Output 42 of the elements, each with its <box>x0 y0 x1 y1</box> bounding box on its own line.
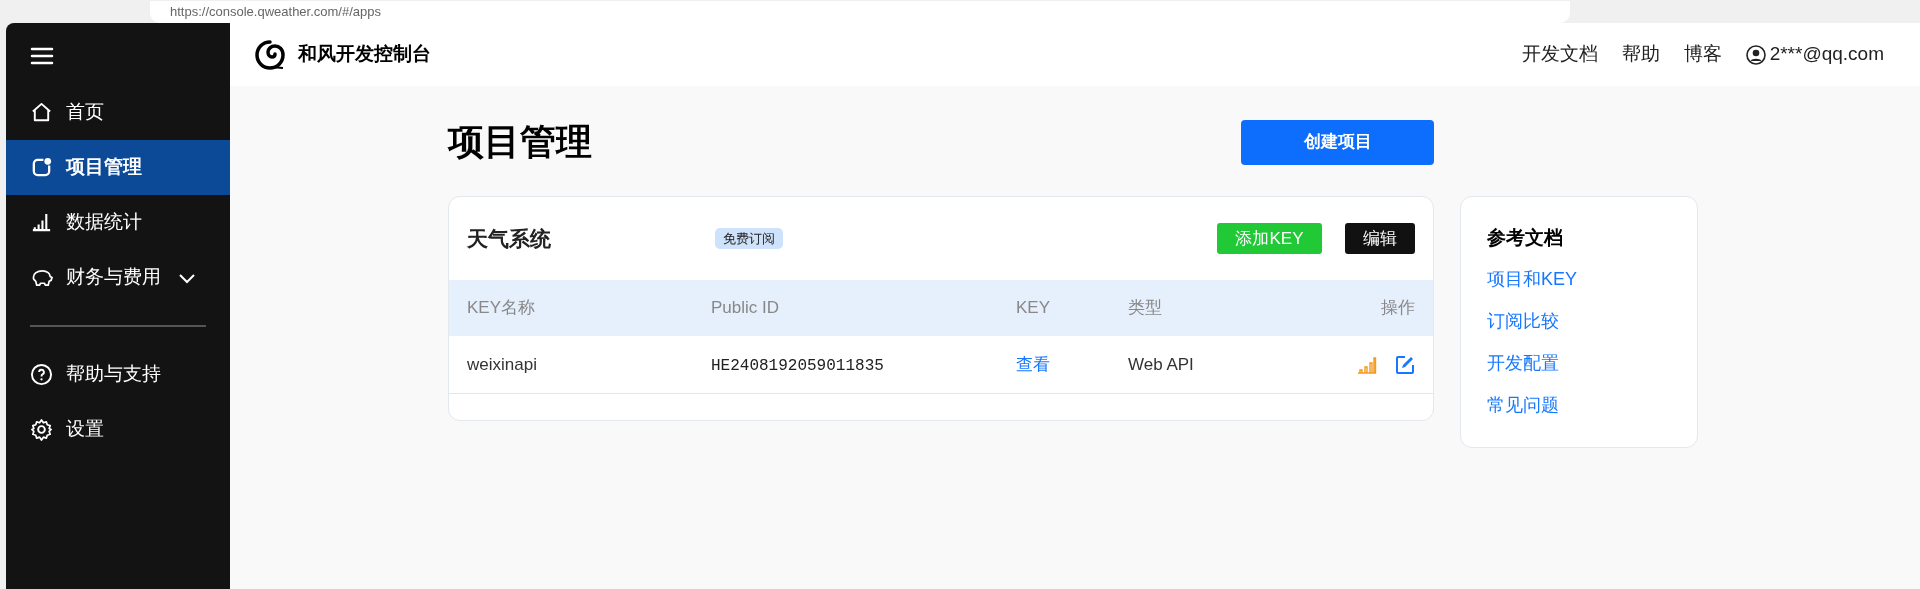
home-icon <box>30 101 53 124</box>
help-icon <box>30 363 53 386</box>
sidebar-item[interactable]: 首页 <box>6 85 230 140</box>
column-header: 操作 <box>1380 297 1415 320</box>
table-cell: HE2408192059011835 <box>711 356 884 375</box>
header-link[interactable]: 开发文档 <box>1521 40 1598 69</box>
bar-chart-icon[interactable] <box>1357 354 1377 375</box>
header-link[interactable]: 博客 <box>1683 40 1722 69</box>
app-title: 和风开发控制台 <box>298 42 431 67</box>
address-bar[interactable]: https://console.qweather.com/#/apps <box>150 0 1570 23</box>
view-key-link[interactable]: 查看 <box>1016 354 1050 374</box>
sidebar-item[interactable]: 财务与费用 <box>6 250 230 305</box>
logo-icon <box>254 38 286 71</box>
doc-link[interactable]: 订阅比较 <box>1487 307 1671 335</box>
edit-icon[interactable] <box>1395 354 1415 375</box>
sidebar-item[interactable]: 项目管理 <box>6 140 230 195</box>
settings-icon <box>30 418 53 441</box>
header-link[interactable]: 帮助 <box>1621 40 1660 69</box>
url-text: https://console.qweather.com/#/apps <box>170 2 381 21</box>
bar-chart-icon <box>30 211 53 234</box>
sidebar-item[interactable]: 设置 <box>6 402 230 457</box>
create-project-button[interactable]: 创建项目 <box>1241 119 1434 165</box>
column-header: KEY名称 <box>467 297 537 320</box>
table-cell-text: weixinapi <box>467 353 538 376</box>
doc-link[interactable]: 常见问题 <box>1487 391 1671 419</box>
page-title: 项目管理 <box>448 120 592 164</box>
app-icon <box>30 156 53 179</box>
column-header: Public ID <box>711 297 781 320</box>
column-header: KEY <box>1016 297 1052 320</box>
sidebar-item[interactable]: 帮助与支持 <box>6 347 230 402</box>
doc-link[interactable]: 开发配置 <box>1487 349 1671 377</box>
menu-icon[interactable] <box>30 46 54 66</box>
account-menu[interactable]: 2***@qq.com <box>1745 40 1884 69</box>
doc-link[interactable]: 项目和KEY <box>1487 265 1671 293</box>
docs-title: 参考文档 <box>1487 226 1564 250</box>
edit-button[interactable]: 编辑 <box>1345 223 1415 254</box>
plan-badge: 免费订阅 <box>715 227 783 250</box>
column-header: 类型 <box>1128 297 1163 320</box>
user-icon <box>1745 44 1766 65</box>
project-name: 天气系统 <box>467 225 552 252</box>
sidebar-item[interactable]: 数据统计 <box>6 195 230 250</box>
table-cell-text: Web API <box>1128 353 1195 376</box>
